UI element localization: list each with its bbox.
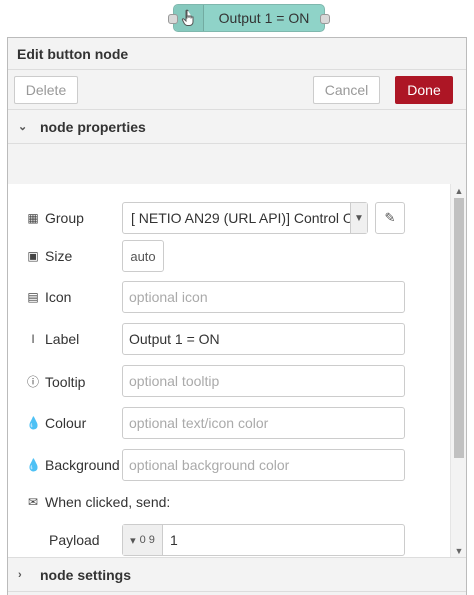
chevron-down-icon[interactable]: ▼ [350, 203, 367, 233]
edit-tray: Edit button node Delete Cancel Done ⌄ no… [7, 37, 467, 595]
payload-label: Payload [49, 532, 100, 548]
section-node-properties[interactable]: ⌄ node properties [8, 110, 466, 144]
size-row: ▣ Size auto [8, 240, 448, 274]
when-clicked-row: ✉ When clicked, send: [8, 486, 448, 520]
chevron-right-icon: › [18, 568, 22, 581]
chevron-down-icon: ⌄ [18, 121, 28, 133]
section-title: node settings [40, 566, 132, 583]
label-label: Label [45, 331, 80, 347]
group-row: ▦ Group [ NETIO AN29 (URL API)] Control … [8, 202, 448, 236]
resize-icon: ▣ [27, 249, 39, 263]
label-row: I Label Output 1 = ON [8, 323, 448, 357]
payload-row: Payload ▾ 0 9 1 [8, 524, 448, 557]
delete-button[interactable]: Delete [14, 76, 78, 104]
button-node[interactable]: Output 1 = ON [168, 4, 330, 32]
section-node-settings[interactable]: › node settings [8, 558, 466, 592]
drop-icon: 💧 [26, 416, 41, 430]
number-type-icon: 0 9 [139, 534, 155, 546]
group-label: Group [45, 210, 84, 226]
image-icon: ▤ [27, 290, 39, 304]
background-row: 💧 Background optional background color [8, 449, 448, 483]
input-port[interactable] [168, 14, 178, 24]
hand-pointer-icon [174, 5, 204, 31]
when-clicked-label: When clicked, send: [45, 494, 171, 510]
tray-toolbar: Delete Cancel Done [8, 70, 466, 110]
size-label: Size [45, 248, 73, 264]
caret-down-icon: ▾ [130, 534, 136, 547]
cancel-button[interactable]: Cancel [313, 76, 380, 104]
tray-title: Edit button node [8, 38, 466, 70]
scroll-up-icon[interactable]: ▲ [451, 184, 466, 198]
output-port[interactable] [320, 14, 330, 24]
background-label: Background [45, 457, 120, 473]
size-button[interactable]: auto [122, 240, 164, 272]
colour-label: Colour [45, 415, 87, 431]
payload-type-selector[interactable]: ▾ 0 9 [123, 525, 163, 555]
envelope-icon: ✉ [27, 495, 39, 509]
tooltip-row: ⓘ Tooltip optional tooltip [8, 365, 448, 399]
scroll-thumb[interactable] [454, 198, 464, 458]
scroll-down-icon[interactable]: ▼ [451, 544, 466, 557]
drop-icon: 💧 [26, 458, 41, 472]
group-select[interactable]: [ NETIO AN29 (URL API)] Control Out [122, 202, 368, 234]
table-icon: ▦ [27, 211, 39, 225]
colour-input[interactable]: optional text/icon color [122, 407, 405, 439]
done-button[interactable]: Done [395, 76, 453, 104]
icon-row: ▤ Icon optional icon [8, 281, 448, 315]
pencil-icon: ✎ [384, 210, 396, 225]
tooltip-input[interactable]: optional tooltip [122, 365, 405, 397]
flow-canvas-strip: Output 1 = ON [0, 0, 474, 38]
text-cursor-icon: I [31, 332, 35, 346]
tooltip-label: Tooltip [45, 373, 86, 390]
icon-label: Icon [45, 289, 72, 305]
label-input[interactable]: Output 1 = ON [122, 323, 405, 355]
info-circle-icon: ⓘ [26, 375, 39, 389]
colour-row: 💧 Colour optional text/icon color [8, 407, 448, 441]
section-title: node properties [40, 118, 146, 135]
properties-panel: ▦ Group [ NETIO AN29 (URL API)] Control … [8, 184, 466, 558]
node-label: Output 1 = ON [218, 10, 310, 26]
icon-input[interactable]: optional icon [122, 281, 405, 313]
edit-group-button[interactable]: ✎ [375, 202, 405, 234]
payload-input[interactable] [122, 524, 405, 556]
payload-value: 1 [170, 532, 178, 548]
scrollbar[interactable]: ▲ ▼ [450, 184, 466, 557]
background-input[interactable]: optional background color [122, 449, 405, 481]
